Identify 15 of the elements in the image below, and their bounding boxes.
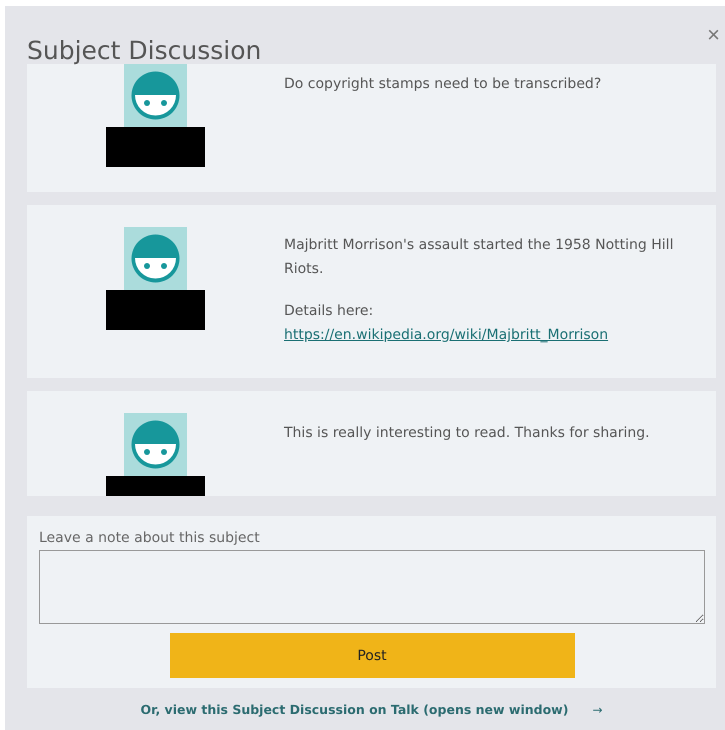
comment-text: Do copyright stamps need to be transcribed? bbox=[284, 75, 602, 94]
talk-link[interactable]: Or, view this Subject Discussion on Talk (opens new window) bbox=[140, 702, 568, 717]
comment-text: This is really interesting to read. Thanks for sharing. bbox=[284, 424, 651, 443]
comment-text: Details here: bbox=[284, 302, 374, 321]
avatar-icon bbox=[124, 227, 187, 290]
arrow-icon[interactable]: → bbox=[592, 702, 602, 716]
dialog-title: Subject Discussion bbox=[27, 36, 262, 66]
note-label: Leave a note about this subject bbox=[39, 529, 261, 548]
comment-text: Majbritt Morrison's assault started the 1958 Notting Hill Riots. bbox=[284, 236, 674, 279]
post-button[interactable]: Post bbox=[170, 633, 574, 678]
comment-link[interactable]: https://en.wikipedia.org/wiki/Majbritt_Morrison bbox=[284, 323, 704, 347]
avatar-icon bbox=[124, 64, 187, 127]
close-button[interactable]: × bbox=[707, 24, 720, 46]
note-field[interactable] bbox=[39, 550, 705, 624]
avatar-icon bbox=[124, 413, 187, 476]
